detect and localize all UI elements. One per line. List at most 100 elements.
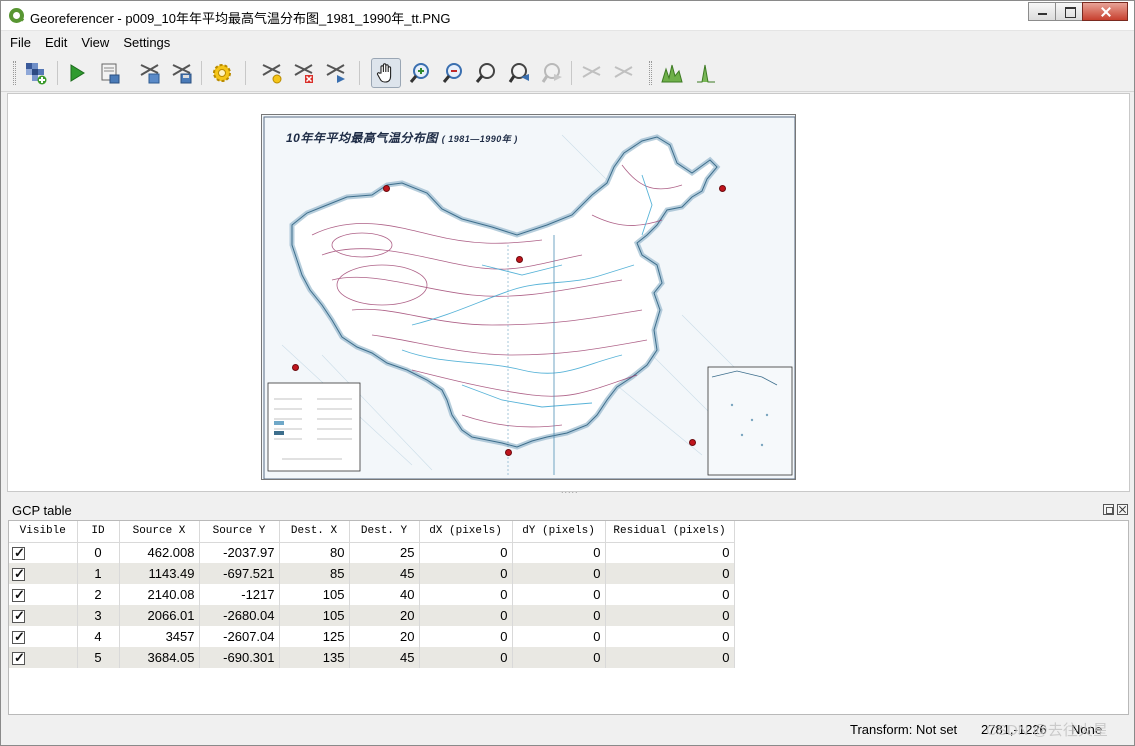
- gcp-marker[interactable]: [689, 439, 696, 446]
- col-id[interactable]: ID: [77, 521, 120, 543]
- col-dest-y[interactable]: Dest. Y: [349, 521, 420, 543]
- dest-y-value[interactable]: 20: [349, 605, 420, 626]
- zoom-to-layer-button[interactable]: [471, 58, 501, 88]
- dest-x-value[interactable]: 125: [279, 626, 350, 647]
- visible-cell[interactable]: [9, 647, 78, 668]
- local-histogram-stretch-button[interactable]: [691, 58, 721, 88]
- load-gcp-points-button[interactable]: [135, 58, 165, 88]
- close-button[interactable]: [1082, 2, 1128, 21]
- dy-value[interactable]: 0: [512, 626, 606, 647]
- visible-cell[interactable]: [9, 626, 78, 647]
- link-georeferencer-button[interactable]: [577, 58, 607, 88]
- dest-x-value[interactable]: 85: [279, 563, 350, 584]
- zoom-last-button[interactable]: [504, 58, 534, 88]
- source-y-value[interactable]: -690.301: [199, 647, 280, 668]
- source-x-value[interactable]: 2066.01: [119, 605, 200, 626]
- dx-value[interactable]: 0: [419, 584, 513, 605]
- col-source-x[interactable]: Source X: [119, 521, 200, 543]
- dest-y-value[interactable]: 40: [349, 584, 420, 605]
- start-georeferencing-button[interactable]: [61, 58, 91, 88]
- dy-value[interactable]: 0: [512, 584, 606, 605]
- menu-settings[interactable]: Settings: [123, 35, 170, 50]
- table-row[interactable]: 53684.05-690.30113545000: [9, 647, 735, 668]
- zoom-next-button[interactable]: [537, 58, 567, 88]
- dx-value[interactable]: 0: [419, 647, 513, 668]
- source-x-value[interactable]: 2140.08: [119, 584, 200, 605]
- col-dy[interactable]: dY (pixels): [512, 521, 606, 543]
- dest-x-value[interactable]: 105: [279, 605, 350, 626]
- source-y-value[interactable]: -2607.04: [199, 626, 280, 647]
- col-visible[interactable]: Visible: [9, 521, 78, 543]
- dest-y-value[interactable]: 20: [349, 626, 420, 647]
- table-row[interactable]: 43457-2607.0412520000: [9, 626, 735, 647]
- minimize-button[interactable]: [1028, 2, 1056, 21]
- visible-cell[interactable]: [9, 542, 78, 563]
- menu-file[interactable]: File: [10, 35, 31, 50]
- source-y-value[interactable]: -697.521: [199, 563, 280, 584]
- col-residual[interactable]: Residual (pixels): [605, 521, 735, 543]
- gcp-id[interactable]: 4: [77, 626, 120, 647]
- visible-cell[interactable]: [9, 584, 78, 605]
- dest-x-value[interactable]: 135: [279, 647, 350, 668]
- add-point-button[interactable]: [257, 58, 287, 88]
- dy-value[interactable]: 0: [512, 647, 606, 668]
- residual-value[interactable]: 0: [605, 542, 735, 563]
- map-canvas[interactable]: 10年年平均最高气温分布图 ( 1981—1990年 ): [7, 93, 1130, 492]
- gcp-id[interactable]: 1: [77, 563, 120, 584]
- residual-value[interactable]: 0: [605, 626, 735, 647]
- maximize-button[interactable]: [1055, 2, 1083, 21]
- gcp-marker[interactable]: [516, 256, 523, 263]
- table-row[interactable]: 22140.08-121710540000: [9, 584, 735, 605]
- source-x-value[interactable]: 462.008: [119, 542, 200, 563]
- link-qgis-button[interactable]: [609, 58, 639, 88]
- float-panel-button[interactable]: [1103, 504, 1114, 515]
- gcp-id[interactable]: 5: [77, 647, 120, 668]
- zoom-in-button[interactable]: [405, 58, 435, 88]
- toolbar-grip[interactable]: [649, 61, 652, 85]
- gcp-marker[interactable]: [505, 449, 512, 456]
- transformation-settings-button[interactable]: [207, 58, 237, 88]
- residual-value[interactable]: 0: [605, 647, 735, 668]
- save-gcp-points-button[interactable]: [167, 58, 197, 88]
- visible-checkbox[interactable]: [12, 587, 25, 603]
- dest-y-value[interactable]: 45: [349, 647, 420, 668]
- table-row[interactable]: 0462.008-2037.978025000: [9, 542, 735, 563]
- visible-checkbox[interactable]: [12, 608, 25, 624]
- pan-button[interactable]: [371, 58, 401, 88]
- residual-value[interactable]: 0: [605, 605, 735, 626]
- source-y-value[interactable]: -2680.04: [199, 605, 280, 626]
- visible-cell[interactable]: [9, 605, 78, 626]
- delete-point-button[interactable]: [289, 58, 319, 88]
- dest-x-value[interactable]: 105: [279, 584, 350, 605]
- dx-value[interactable]: 0: [419, 542, 513, 563]
- dest-x-value[interactable]: 80: [279, 542, 350, 563]
- move-gcp-point-button[interactable]: [321, 58, 351, 88]
- source-x-value[interactable]: 1143.49: [119, 563, 200, 584]
- generate-gdal-script-button[interactable]: [95, 58, 125, 88]
- visible-checkbox[interactable]: [12, 566, 25, 582]
- source-x-value[interactable]: 3457: [119, 626, 200, 647]
- residual-value[interactable]: 0: [605, 563, 735, 584]
- gcp-marker[interactable]: [292, 364, 299, 371]
- open-raster-button[interactable]: [21, 58, 51, 88]
- residual-value[interactable]: 0: [605, 584, 735, 605]
- visible-checkbox[interactable]: [12, 629, 25, 645]
- dest-y-value[interactable]: 25: [349, 542, 420, 563]
- dest-y-value[interactable]: 45: [349, 563, 420, 584]
- zoom-out-button[interactable]: [438, 58, 468, 88]
- source-y-value[interactable]: -2037.97: [199, 542, 280, 563]
- dy-value[interactable]: 0: [512, 605, 606, 626]
- col-dest-x[interactable]: Dest. X: [279, 521, 350, 543]
- dx-value[interactable]: 0: [419, 563, 513, 584]
- dy-value[interactable]: 0: [512, 542, 606, 563]
- visible-cell[interactable]: [9, 563, 78, 584]
- close-panel-button[interactable]: [1117, 504, 1128, 515]
- source-x-value[interactable]: 3684.05: [119, 647, 200, 668]
- dy-value[interactable]: 0: [512, 563, 606, 584]
- source-y-value[interactable]: -1217: [199, 584, 280, 605]
- gcp-id[interactable]: 2: [77, 584, 120, 605]
- col-dx[interactable]: dX (pixels): [419, 521, 513, 543]
- gcp-marker[interactable]: [383, 185, 390, 192]
- visible-checkbox[interactable]: [12, 545, 25, 561]
- toolbar-grip[interactable]: [13, 61, 16, 85]
